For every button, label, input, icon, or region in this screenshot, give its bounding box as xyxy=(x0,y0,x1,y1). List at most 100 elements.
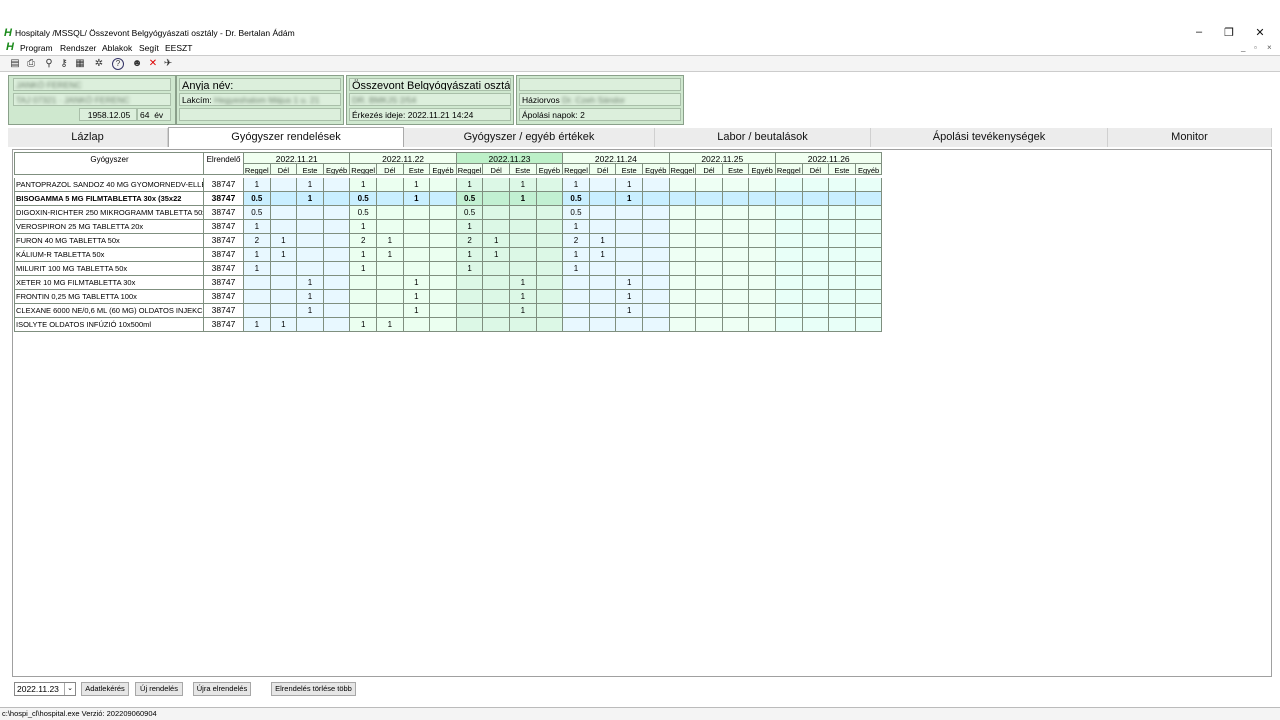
document-icon[interactable]: ▤ xyxy=(9,58,21,70)
dose-cell[interactable]: 1 xyxy=(297,276,324,290)
menu-ablakok[interactable]: Ablakok xyxy=(102,43,132,53)
dose-cell[interactable] xyxy=(536,318,564,332)
dose-cell[interactable] xyxy=(297,248,324,262)
dose-cell[interactable] xyxy=(323,290,351,304)
dose-cell[interactable] xyxy=(802,248,830,262)
dose-cell[interactable] xyxy=(297,318,324,332)
dose-cell[interactable] xyxy=(669,192,697,206)
dose-cell[interactable] xyxy=(377,290,404,304)
dose-cell[interactable] xyxy=(297,234,324,248)
tab-gyogyszer-rendelesek[interactable]: Gyógyszer rendelések xyxy=(168,127,404,147)
dose-cell[interactable] xyxy=(430,248,457,262)
table-row-drug-name[interactable]: FRONTIN 0,25 MG TABLETTA 100x xyxy=(14,290,204,304)
dose-cell[interactable]: 2 xyxy=(563,234,590,248)
dose-cell[interactable] xyxy=(829,206,856,220)
dose-cell[interactable] xyxy=(855,248,883,262)
dose-cell[interactable] xyxy=(403,248,431,262)
dose-cell[interactable] xyxy=(855,178,883,192)
dose-cell[interactable] xyxy=(483,262,510,276)
dose-cell[interactable] xyxy=(696,192,723,206)
dose-cell[interactable] xyxy=(802,262,830,276)
delete-order-button[interactable]: Elrendelés törlése több xyxy=(271,682,356,696)
dose-cell[interactable] xyxy=(776,192,803,206)
dose-cell[interactable] xyxy=(696,220,723,234)
dose-cell[interactable] xyxy=(510,318,537,332)
dose-cell[interactable] xyxy=(377,192,404,206)
dose-cell[interactable] xyxy=(829,262,856,276)
dose-cell[interactable]: 0.5 xyxy=(456,192,484,206)
dose-cell[interactable] xyxy=(722,234,750,248)
dose-cell[interactable] xyxy=(696,178,723,192)
table-row-drug-name[interactable]: MILURIT 100 MG TABLETTA 50x xyxy=(14,262,204,276)
dose-cell[interactable] xyxy=(589,206,617,220)
dose-cell[interactable] xyxy=(589,192,617,206)
dose-cell[interactable] xyxy=(696,262,723,276)
dose-cell[interactable] xyxy=(616,318,643,332)
dose-cell[interactable] xyxy=(776,290,803,304)
runner-icon[interactable]: ✈ xyxy=(162,58,174,70)
dose-cell[interactable] xyxy=(669,206,697,220)
gear-icon[interactable]: ✲ xyxy=(93,58,105,70)
dose-cell[interactable] xyxy=(749,318,776,332)
dose-cell[interactable] xyxy=(669,304,697,318)
dose-cell[interactable] xyxy=(776,220,803,234)
dose-cell[interactable] xyxy=(669,220,697,234)
dose-cell[interactable]: 1 xyxy=(589,248,617,262)
dose-cell[interactable] xyxy=(350,276,377,290)
dose-cell[interactable]: 1 xyxy=(403,304,431,318)
dose-cell[interactable] xyxy=(669,318,697,332)
dose-cell[interactable]: 1 xyxy=(297,304,324,318)
dose-cell[interactable] xyxy=(536,220,564,234)
dose-cell[interactable]: 1 xyxy=(350,220,377,234)
dose-cell[interactable] xyxy=(270,206,298,220)
dose-cell[interactable] xyxy=(430,262,457,276)
restore-button[interactable]: ❐ xyxy=(1222,26,1236,39)
dose-cell[interactable] xyxy=(483,220,510,234)
dose-cell[interactable] xyxy=(829,220,856,234)
table-row-drug-name[interactable]: BISOGAMMA 5 MG FILMTABLETTA 30x (35x22 xyxy=(14,192,204,206)
dose-cell[interactable] xyxy=(563,318,590,332)
dose-cell[interactable]: 0.5 xyxy=(456,206,484,220)
dose-cell[interactable]: 1 xyxy=(510,304,537,318)
dose-cell[interactable]: 1 xyxy=(616,178,643,192)
dose-cell[interactable] xyxy=(776,318,803,332)
dose-cell[interactable] xyxy=(669,178,697,192)
dose-cell[interactable] xyxy=(589,318,617,332)
dose-cell[interactable]: 1 xyxy=(510,192,537,206)
dose-cell[interactable] xyxy=(456,276,484,290)
dose-cell[interactable] xyxy=(270,276,298,290)
dose-cell[interactable]: 1 xyxy=(403,290,431,304)
dose-cell[interactable] xyxy=(616,262,643,276)
dose-cell[interactable]: 1 xyxy=(244,262,271,276)
menu-rendszer[interactable]: Rendszer xyxy=(60,43,96,53)
dose-cell[interactable] xyxy=(536,192,564,206)
dose-cell[interactable]: 1 xyxy=(244,220,271,234)
dose-cell[interactable] xyxy=(749,304,776,318)
dose-cell[interactable] xyxy=(430,304,457,318)
dose-cell[interactable]: 1 xyxy=(589,234,617,248)
dose-cell[interactable]: 1 xyxy=(563,220,590,234)
dose-cell[interactable] xyxy=(377,276,404,290)
dose-cell[interactable]: 1 xyxy=(244,248,271,262)
tab-gyogyszer-egyeb[interactable]: Gyógyszer / egyéb értékek xyxy=(404,128,655,147)
dose-cell[interactable] xyxy=(669,262,697,276)
dose-cell[interactable]: 0.5 xyxy=(563,192,590,206)
dose-cell[interactable]: 1 xyxy=(616,276,643,290)
dose-cell[interactable]: 1 xyxy=(297,290,324,304)
dose-cell[interactable] xyxy=(855,192,883,206)
dose-cell[interactable] xyxy=(776,178,803,192)
dose-cell[interactable] xyxy=(722,304,750,318)
dose-cell[interactable]: 1 xyxy=(563,262,590,276)
dose-cell[interactable] xyxy=(456,304,484,318)
dose-cell[interactable]: 1 xyxy=(483,234,510,248)
dose-cell[interactable] xyxy=(483,276,510,290)
dose-cell[interactable] xyxy=(323,192,351,206)
dose-cell[interactable] xyxy=(855,220,883,234)
dose-cell[interactable] xyxy=(855,262,883,276)
dose-cell[interactable] xyxy=(643,206,670,220)
dose-cell[interactable] xyxy=(403,262,431,276)
dose-cell[interactable] xyxy=(776,206,803,220)
dose-cell[interactable]: 1 xyxy=(616,304,643,318)
dose-cell[interactable] xyxy=(643,248,670,262)
dose-cell[interactable] xyxy=(829,276,856,290)
